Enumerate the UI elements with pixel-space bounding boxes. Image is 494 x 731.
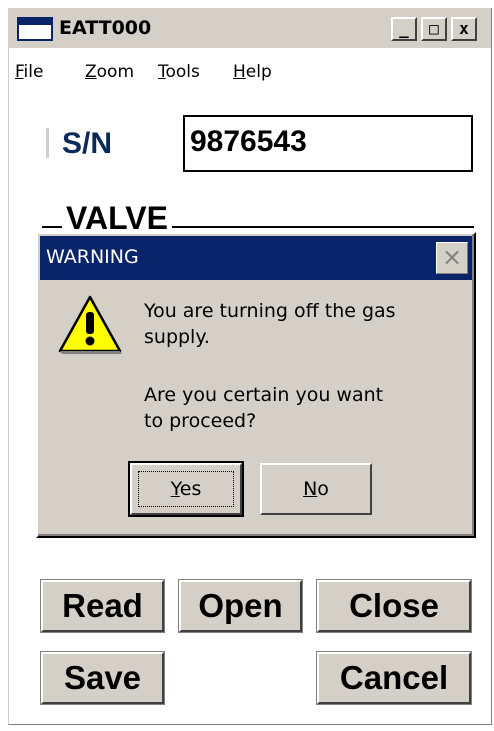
window-title: EATT000 [59, 17, 152, 39]
minimize-button[interactable]: _ [391, 17, 417, 41]
close-button[interactable]: Close [317, 580, 471, 632]
dialog-title-bar[interactable]: WARNING × [40, 236, 472, 280]
title-bar[interactable]: EATT000 _ □ x [9, 8, 491, 48]
menu-bar: File Zoom Tools Help [9, 56, 491, 88]
serial-number-label: S/N [62, 127, 113, 160]
confirm-question-line1: Are you certain you want [144, 384, 384, 406]
warning-message-line2: supply. [144, 326, 210, 348]
dialog-title: WARNING [46, 246, 139, 268]
close-window-button[interactable]: x [451, 17, 477, 41]
warning-triangle-icon [58, 295, 122, 354]
menu-file[interactable]: File [15, 62, 43, 82]
divider [46, 128, 49, 158]
yes-button[interactable]: Yes [130, 463, 242, 515]
confirm-question-line2: to proceed? [144, 410, 257, 432]
save-button[interactable]: Save [41, 652, 164, 704]
focus-rectangle [138, 471, 234, 507]
serial-number-value: 9876543 [190, 125, 307, 158]
maximize-button[interactable]: □ [421, 17, 447, 41]
open-button[interactable]: Open [179, 580, 302, 632]
dialog-close-icon[interactable]: × [436, 242, 468, 274]
menu-zoom[interactable]: Zoom [85, 62, 134, 82]
no-button[interactable]: No [260, 463, 372, 515]
menu-tools[interactable]: Tools [158, 62, 200, 82]
read-button[interactable]: Read [41, 580, 164, 632]
menu-help[interactable]: Help [233, 62, 272, 82]
warning-message-line1: You are turning off the gas [144, 300, 396, 322]
warning-dialog: WARNING × You are turning off the gas su… [36, 232, 476, 538]
cancel-button[interactable]: Cancel [317, 652, 471, 704]
app-window-icon [17, 17, 53, 41]
